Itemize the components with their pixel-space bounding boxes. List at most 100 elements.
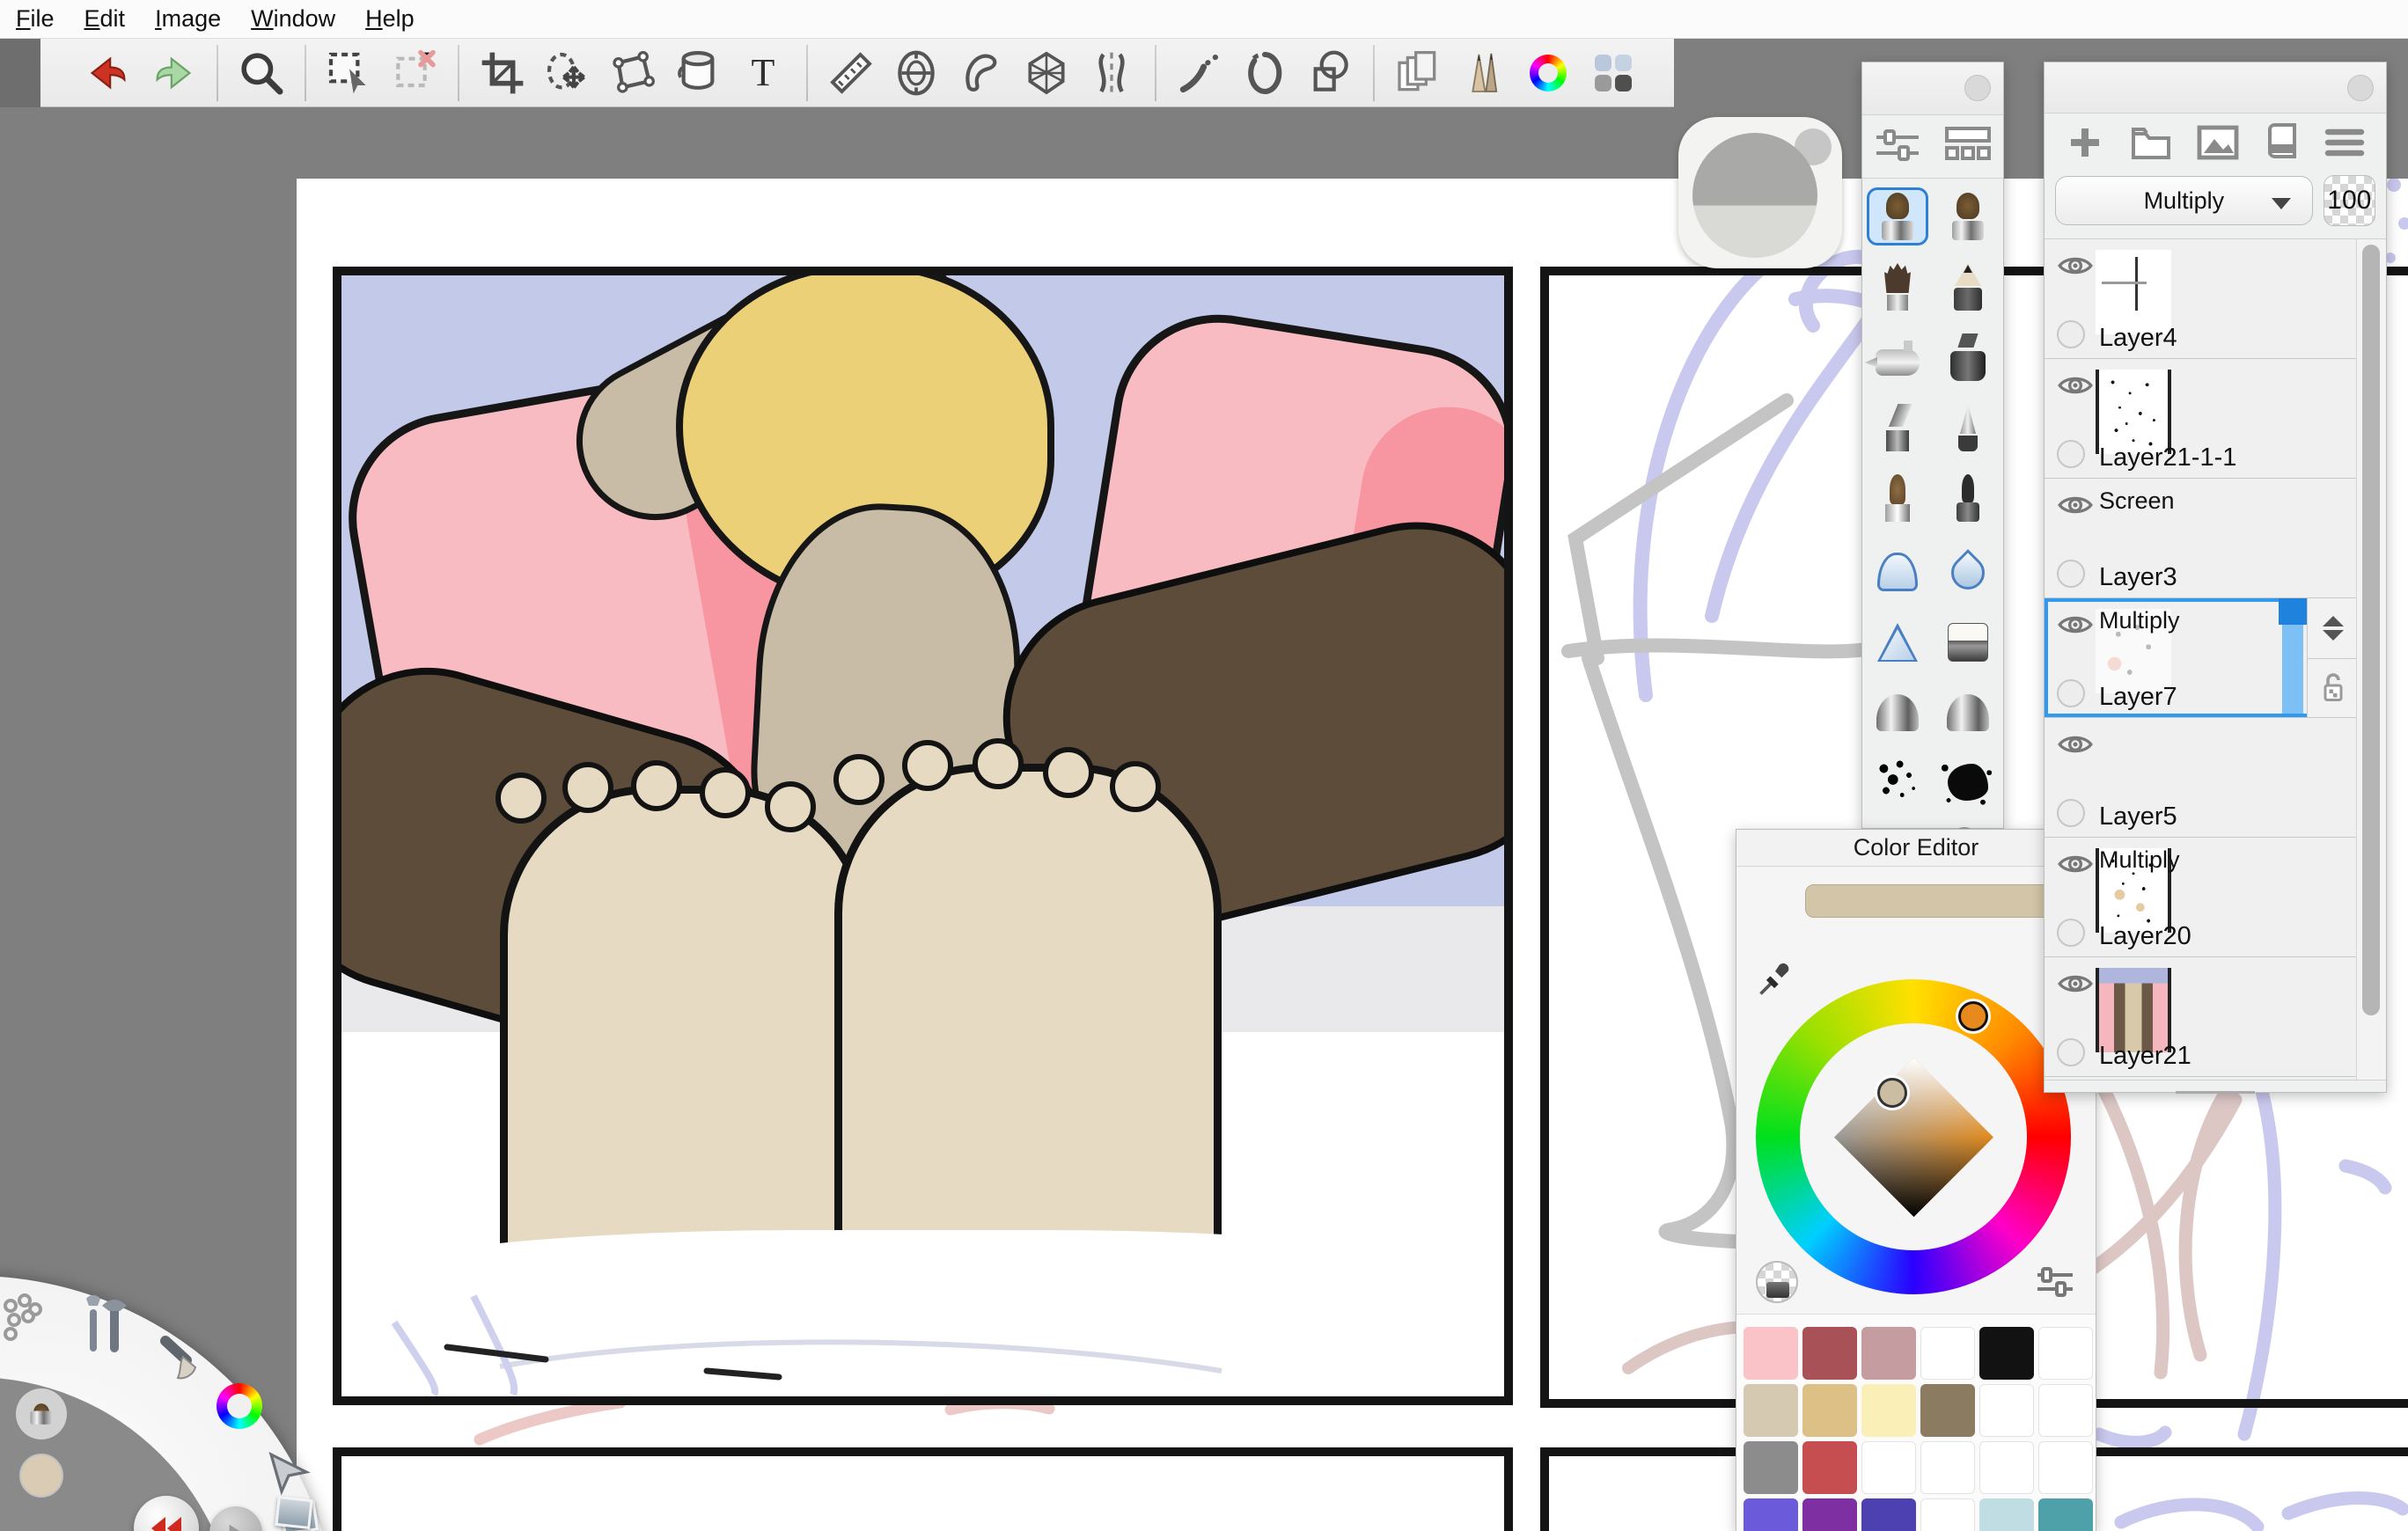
layer-row-layer21-1-1[interactable]: Layer21-1-1 [2045,359,2358,479]
visibility-eye-icon[interactable] [2057,612,2094,641]
swatch[interactable] [1920,1498,1975,1531]
brush-edit-icon[interactable] [1456,46,1510,100]
brush-item-brush[interactable] [1867,187,1928,245]
brush-item-ink-brush[interactable] [1937,469,1999,527]
brush-panel-header[interactable] [1862,62,2003,115]
layer-toggle-circle[interactable] [2057,320,2085,348]
layer-row-layer21[interactable]: Layer21 [2045,957,2358,1077]
parallel-ruler-icon[interactable] [824,46,878,100]
perspective-ruler-icon[interactable] [1019,46,1074,100]
color-wheel-icon[interactable] [1521,46,1575,100]
layer-row-layer3[interactable]: Screen Layer3 [2045,479,2358,598]
layer-toggle-circle[interactable] [2057,919,2085,947]
swatch[interactable] [1979,1441,2034,1494]
sv-cursor[interactable] [1877,1078,1907,1108]
swatch[interactable] [1861,1498,1916,1531]
swatch[interactable] [2038,1498,2093,1531]
pages-panel-icon[interactable] [1391,46,1445,100]
swatch[interactable] [1861,1327,1916,1380]
layer-toggle-circle[interactable] [2057,440,2085,468]
swatch[interactable] [1744,1327,1798,1380]
brush-layout-icon[interactable] [1945,125,1991,168]
layer-scrollbar[interactable] [2356,239,2386,1080]
layer-toggle-circle[interactable] [2057,560,2085,588]
layer-material-icon[interactable] [2265,123,2300,166]
swatch[interactable] [1802,1327,1857,1380]
workspace-layout-icon[interactable] [1586,46,1641,100]
add-image-layer-icon[interactable] [2197,125,2239,165]
swatch[interactable] [1861,1384,1916,1437]
brush-item-airbrush[interactable] [1867,328,1928,386]
current-color-bar[interactable] [1805,884,2064,918]
text-tool-icon[interactable]: T [736,46,790,100]
menu-file[interactable]: File [16,5,55,33]
brush-item-eraser[interactable] [1937,610,1999,668]
layer-opacity-field[interactable]: 100 [2324,175,2375,226]
blend-mode-dropdown[interactable]: Multiply [2055,176,2313,225]
radial-pages-icon[interactable] [275,1496,320,1531]
brush-item-sharp-watercolor[interactable] [1867,610,1928,668]
layer-row-layer4[interactable]: Layer4 [2045,239,2358,359]
layer-reorder-icon[interactable] [2308,598,2358,658]
bucket-fill-icon[interactable] [671,46,725,100]
brush-item-blur-drop[interactable] [1937,539,1999,597]
visibility-eye-icon[interactable] [2057,971,2094,1000]
swatch[interactable] [1802,1384,1857,1437]
visibility-eye-icon[interactable] [2057,253,2094,282]
brush-item-soft-watercolor[interactable] [1867,539,1928,597]
brush-settings-icon[interactable] [1875,125,1920,168]
brush-item-pen[interactable] [1937,399,1999,457]
swatch[interactable] [2038,1384,2093,1437]
brush-item-marker[interactable] [1937,328,1999,386]
rgb-sliders-icon[interactable] [2034,1264,2076,1304]
trim-crop-icon[interactable] [475,46,530,100]
zoom-tool-icon[interactable] [234,46,289,100]
menu-image[interactable]: Image [155,5,221,33]
hue-cursor[interactable] [1958,1001,1988,1031]
visibility-eye-icon[interactable] [2057,852,2094,881]
swatch[interactable] [1920,1384,1975,1437]
rotation-dial[interactable] [1678,117,1842,268]
brush-item-splatter-blob[interactable] [1937,751,1999,809]
radial-current-color-chip[interactable] [19,1454,63,1498]
brush-item-watercolor[interactable] [1867,469,1928,527]
brush-item-smudge-2[interactable] [1937,680,1999,738]
swatch[interactable] [1744,1384,1798,1437]
menu-edit[interactable]: Edit [84,5,126,33]
layer-row-layer5[interactable]: Layer5 [2045,718,2358,838]
shape-snap-icon[interactable] [1303,46,1357,100]
swatch[interactable] [1979,1384,2034,1437]
visibility-eye-icon[interactable] [2057,373,2094,402]
add-layer-icon[interactable] [2066,123,2104,166]
radial-dots-icon[interactable] [0,1292,49,1345]
add-folder-icon[interactable] [2130,125,2172,165]
swatch[interactable] [1979,1327,2034,1380]
swatch[interactable] [1979,1498,2034,1531]
radial-color-wheel-icon[interactable] [217,1383,262,1429]
swatch[interactable] [1802,1498,1857,1531]
menu-help[interactable]: Help [365,5,415,33]
symmetry-ruler-icon[interactable] [1084,46,1139,100]
layer-toggle-circle[interactable] [2057,799,2085,827]
deselect-tool-icon[interactable] [387,46,442,100]
swatch[interactable] [1744,1498,1798,1531]
comic-panel-1-artwork[interactable] [333,267,1513,1405]
layer-toggle-circle[interactable] [2057,679,2085,707]
redo-icon[interactable] [146,46,201,100]
menu-window[interactable]: Window [251,5,335,33]
brush-item-rough-brush[interactable] [1867,258,1928,316]
layer-menu-icon[interactable] [2324,125,2365,165]
ellipse-snap-icon[interactable] [1237,46,1292,100]
radial-cursor-icon[interactable] [264,1447,313,1501]
brush-item-pencil[interactable] [1937,258,1999,316]
brush-item-splatter-dots[interactable] [1867,751,1928,809]
polygon-transform-icon[interactable] [606,46,660,100]
visibility-eye-icon[interactable] [2057,493,2094,522]
radial-brush-chip[interactable] [16,1388,67,1439]
layer-toggle-circle[interactable] [2057,1038,2085,1066]
brush-item-flat-marker[interactable] [1867,399,1928,457]
swatch[interactable] [2038,1327,2093,1380]
layer-drag-bar[interactable] [2282,602,2303,714]
visibility-eye-icon[interactable] [2057,732,2094,761]
swatch[interactable] [1802,1441,1857,1494]
